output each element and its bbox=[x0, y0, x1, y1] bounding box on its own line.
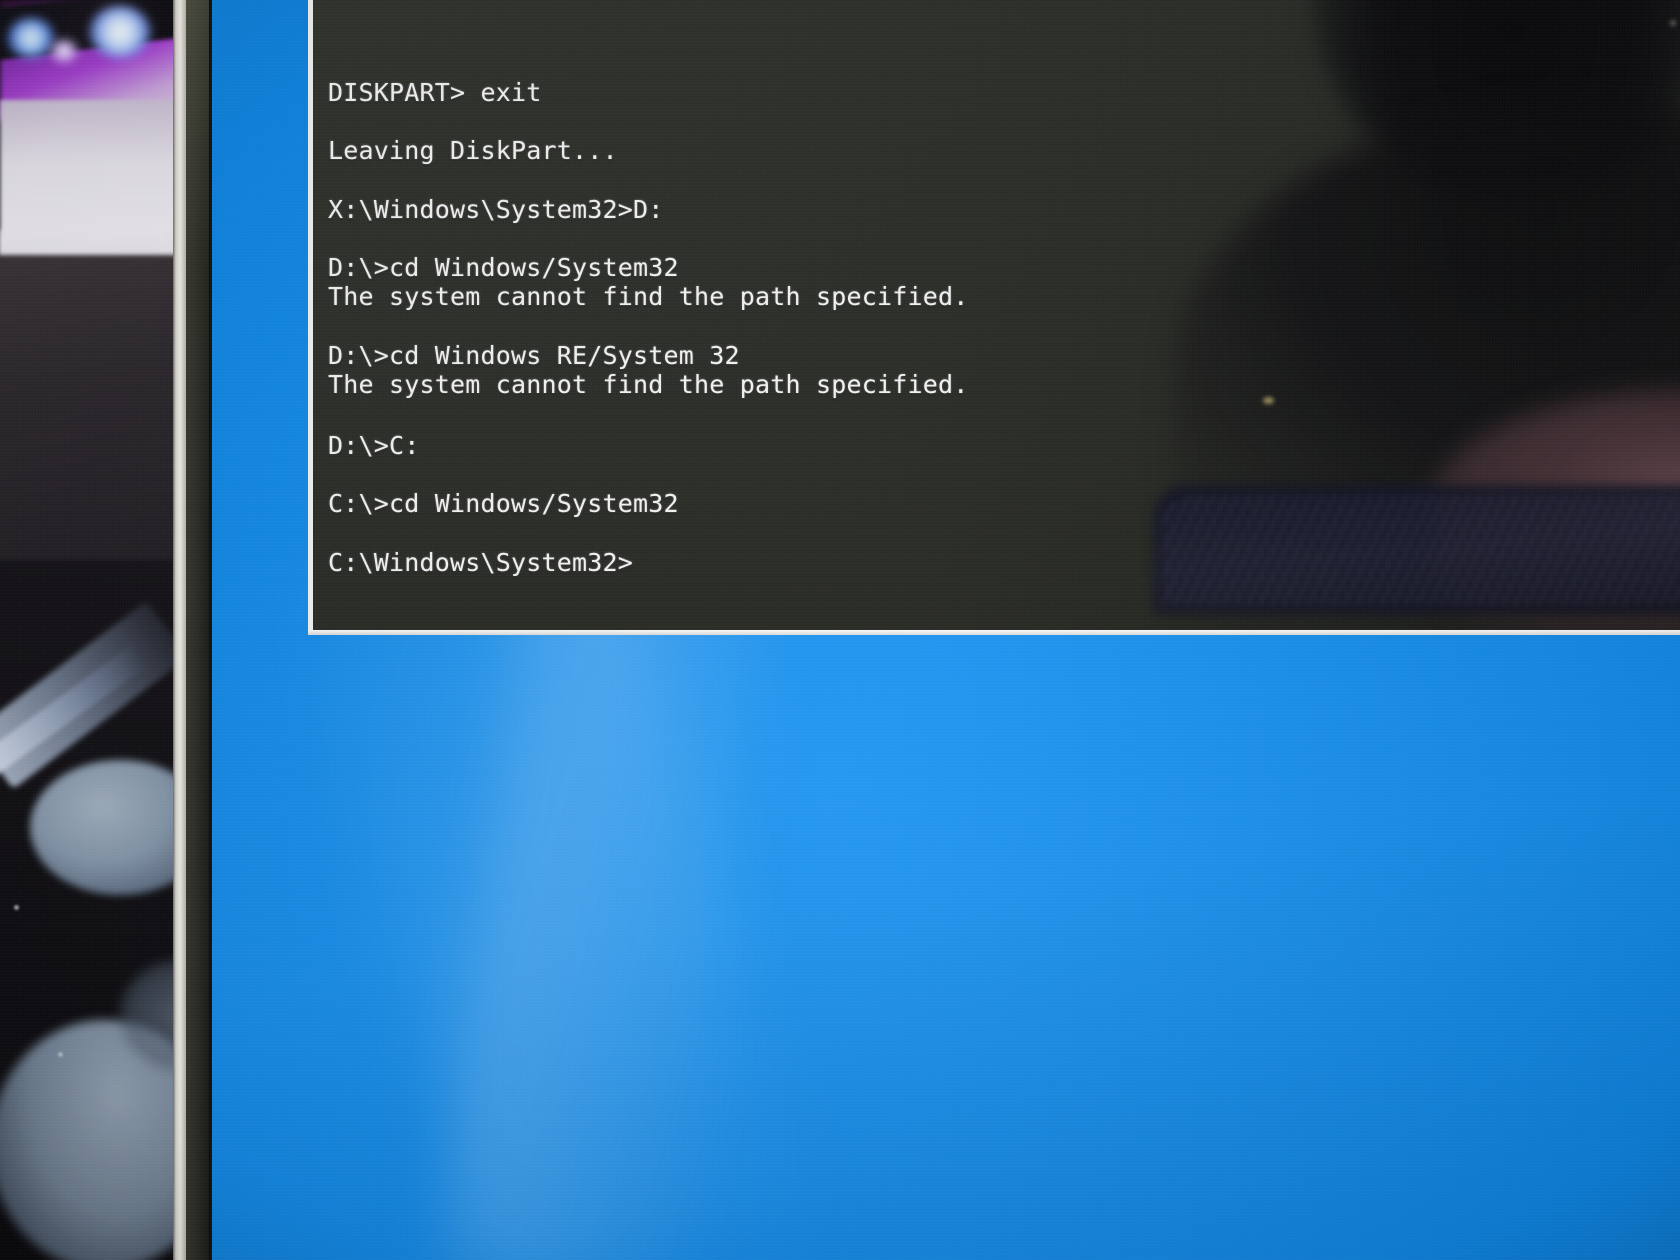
terminal-line: Leaving DiskPart... bbox=[328, 136, 618, 165]
terminal-prompt[interactable]: C:\Windows\System32> bbox=[328, 548, 633, 577]
command-prompt-window-bottom-border bbox=[308, 630, 1680, 635]
terminal-line: D:\>cd Windows/System32 bbox=[328, 253, 679, 282]
terminal-line: X:\Windows\System32>D: bbox=[328, 195, 664, 224]
terminal-text-buffer: Volume 0 C Local Disk NTFS Partition 237… bbox=[313, 0, 1680, 630]
windows-desktop[interactable]: Volume 0 C Local Disk NTFS Partition 237… bbox=[212, 0, 1680, 1260]
led-light-icon bbox=[8, 18, 54, 58]
terminal-line: D:\>C: bbox=[328, 431, 420, 460]
command-prompt-window[interactable]: Volume 0 C Local Disk NTFS Partition 237… bbox=[308, 0, 1680, 635]
terminal-line: The system cannot find the path specifie… bbox=[328, 370, 969, 399]
terminal-line: D:\>cd Windows RE/System 32 bbox=[328, 341, 740, 370]
terminal-line: C:\>cd Windows/System32 bbox=[328, 489, 679, 518]
terminal-line: The system cannot find the path specifie… bbox=[328, 282, 969, 311]
dust-speck bbox=[14, 905, 19, 910]
screenshot-root: Volume 0 C Local Disk NTFS Partition 237… bbox=[0, 0, 1680, 1260]
monitor-outer-edge bbox=[173, 0, 186, 1260]
dust-speck bbox=[58, 1052, 63, 1057]
led-light-icon bbox=[50, 40, 78, 62]
terminal-line: DISKPART> exit bbox=[328, 78, 542, 107]
led-light-icon bbox=[90, 6, 150, 58]
